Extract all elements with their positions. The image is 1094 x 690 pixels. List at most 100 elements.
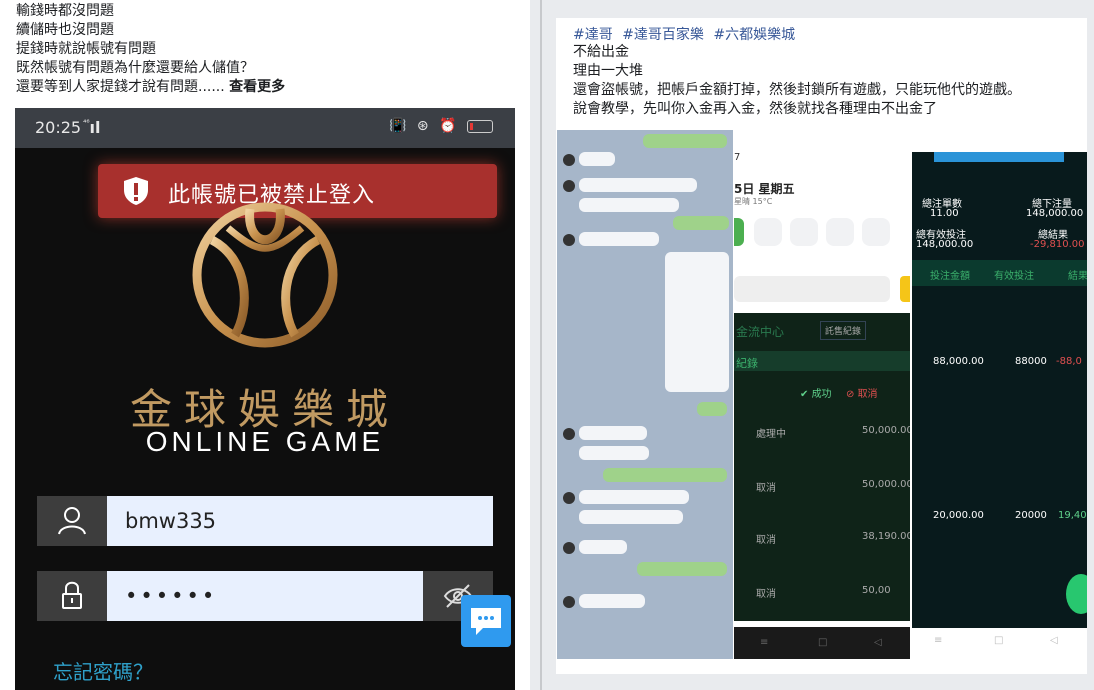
- post-line: 說會教學，先叫你入金再入金，然後就找各種理由不出金了: [573, 101, 937, 117]
- hashtag-link[interactable]: #達哥: [573, 27, 613, 43]
- forgot-password-link[interactable]: 忘記密碼？: [53, 656, 153, 685]
- chat-bubble: [637, 562, 727, 576]
- battery-icon: [467, 119, 493, 133]
- chat-image-bubble: [665, 252, 729, 392]
- shield-alert-icon: [124, 177, 148, 205]
- post-line: 既然帳號有問題為什麼還要給人儲值？: [16, 60, 254, 76]
- password-field[interactable]: ••••••: [37, 571, 493, 621]
- status-icons: 📳 ⊛ ⏰: [389, 118, 493, 134]
- success-filter[interactable]: ✔ 成功: [800, 385, 832, 400]
- post-line: 輸錢時都沒問題: [16, 3, 114, 19]
- total-wager-value: 148,000.00: [1026, 208, 1084, 219]
- password-input[interactable]: ••••••: [107, 571, 423, 621]
- row-bet: 20,000.00: [933, 510, 984, 521]
- cashier-screenshot[interactable]: 7 5日 星期五 星晴 15°C 金流中心 託售紀錄 紀錄 ✔ 成功 ⊘ 取消 …: [734, 130, 910, 659]
- chat-bubble: [579, 510, 683, 524]
- post-line: 還會盜帳號，把帳戶金額打掉，然後封鎖所有遊戲，只能玩他代的遊戲。: [573, 82, 1021, 98]
- chat-bubble: [579, 490, 689, 504]
- status-fragment: 7: [734, 152, 741, 163]
- row-effective: 88000: [1015, 356, 1047, 367]
- chat-bubble: [579, 594, 645, 608]
- live-chat-button[interactable]: [461, 595, 511, 647]
- status-bar: 20:25 ⁴⁶ıl 📳 ⊛ ⏰: [15, 108, 515, 148]
- records-header: [734, 351, 910, 371]
- user-icon: [58, 507, 86, 535]
- attached-images[interactable]: 7 5日 星期五 星晴 15°C 金流中心 託售紀錄 紀錄 ✔ 成功 ⊘ 取消 …: [556, 130, 1087, 659]
- chat-screenshot[interactable]: [557, 130, 733, 659]
- chat-bubble: [579, 178, 697, 192]
- chat-bubble: [673, 216, 729, 230]
- username-field[interactable]: bmw335: [37, 496, 493, 546]
- row-amount: 50,000.00: [862, 425, 910, 436]
- user-icon-box: [37, 496, 107, 546]
- username-input[interactable]: bmw335: [107, 496, 493, 546]
- avatar: [563, 492, 575, 504]
- row-amount: 50,00: [862, 585, 891, 596]
- bet-record-screenshot[interactable]: 總注單數 11.00 總下注量 148,000.00 總有效投注 148,000…: [912, 130, 1087, 659]
- right-post: #達哥 #達哥百家樂 #六都娛樂城 不給出金 理由一大堆 還會盜帳號，把帳戶金額…: [556, 18, 1087, 674]
- back-icon[interactable]: ◁: [1050, 635, 1058, 646]
- row-effective: 20000: [1015, 510, 1047, 521]
- hashtags: #達哥 #達哥百家樂 #六都娛樂城: [573, 24, 800, 44]
- menu-icon[interactable]: ≡: [760, 637, 768, 648]
- cancel-filter[interactable]: ⊘ 取消: [846, 385, 878, 400]
- cashier-panel: 金流中心 託售紀錄 紀錄 ✔ 成功 ⊘ 取消 處理中 50,000.00 取消 …: [734, 313, 910, 621]
- total-bets-value: 11.00: [930, 208, 959, 219]
- avatar: [563, 180, 575, 192]
- left-post-text: 輸錢時都沒問題 續儲時也沒問題 提錢時就說帳號有問題 既然帳號有問題為什麼還要給…: [16, 2, 285, 97]
- quick-toggle: [734, 218, 744, 246]
- chat-bubble: [579, 232, 659, 246]
- home-icon[interactable]: □: [818, 637, 827, 648]
- col-bet: 投注金額: [930, 271, 970, 282]
- row-status: 處理中: [756, 429, 786, 440]
- table-header: 投注金額 有效投注 結果: [912, 260, 1087, 286]
- top-tab: [934, 152, 1064, 162]
- date-text: 5日 星期五: [734, 182, 795, 196]
- home-icon[interactable]: □: [994, 635, 1003, 646]
- chat-bubble: [603, 468, 727, 482]
- quick-toggle: [862, 218, 890, 246]
- chat-bubble: [579, 152, 615, 166]
- row-amount: 50,000.00: [862, 479, 910, 490]
- avatar: [563, 542, 575, 554]
- post-line: 續儲時也沒問題: [16, 22, 114, 38]
- col-effective: 有效投注: [994, 271, 1034, 282]
- android-nav-bar: ≡ □ ◁: [734, 627, 910, 659]
- post-line: 不給出金: [573, 44, 629, 60]
- post-line: 還要等到人家提錢才說有問題...... 查看更多: [16, 78, 285, 97]
- menu-icon[interactable]: ≡: [934, 635, 942, 646]
- chat-bubble: [579, 446, 649, 460]
- chat-bubble: [579, 426, 647, 440]
- chat-icon: [471, 608, 501, 635]
- bet-record-panel: [912, 152, 1087, 628]
- left-post: 輸錢時都沒問題 續儲時也沒問題 提錢時就說帳號有問題 既然帳號有問題為什麼還要給…: [0, 0, 530, 690]
- avatar: [563, 154, 575, 166]
- row-status: 取消: [756, 589, 776, 600]
- row-status: 取消: [756, 535, 776, 546]
- lock-icon-box: [37, 571, 107, 621]
- row-amount: 38,190.00: [862, 531, 910, 542]
- hashtag-link[interactable]: #六都娛樂城: [713, 27, 795, 43]
- center-title: 金流中心: [736, 325, 785, 339]
- hashtag-link[interactable]: #達哥百家樂: [622, 27, 704, 43]
- top-strip: [544, 0, 1094, 18]
- record-button[interactable]: 託售紀錄: [820, 321, 867, 340]
- back-icon[interactable]: ◁: [874, 637, 882, 648]
- col-result: 結果: [1068, 271, 1087, 282]
- effective-value: 148,000.00: [916, 239, 974, 250]
- see-more-link[interactable]: 查看更多: [229, 79, 285, 95]
- quick-toggle: [790, 218, 818, 246]
- row-status: 取消: [756, 483, 776, 494]
- row-result: 19,40: [1058, 510, 1087, 521]
- scrollbar-track[interactable]: [540, 0, 542, 690]
- row-bet: 88,000.00: [933, 356, 984, 367]
- avatar: [563, 596, 575, 608]
- lock-icon: [62, 581, 82, 609]
- chat-bubble: [697, 402, 727, 416]
- status-time: 20:25 ⁴⁶ıl: [35, 118, 101, 137]
- casino-logo-icon: [192, 202, 338, 348]
- records-title: 紀錄: [736, 357, 758, 370]
- phone-screenshot: 20:25 ⁴⁶ıl 📳 ⊛ ⏰ 此帳號已被禁止登入 金球娛樂城 ONLINE …: [15, 108, 515, 690]
- status-time-text: 20:25: [35, 118, 82, 137]
- post-line-text: 還要等到人家提錢才說有問題......: [16, 79, 225, 95]
